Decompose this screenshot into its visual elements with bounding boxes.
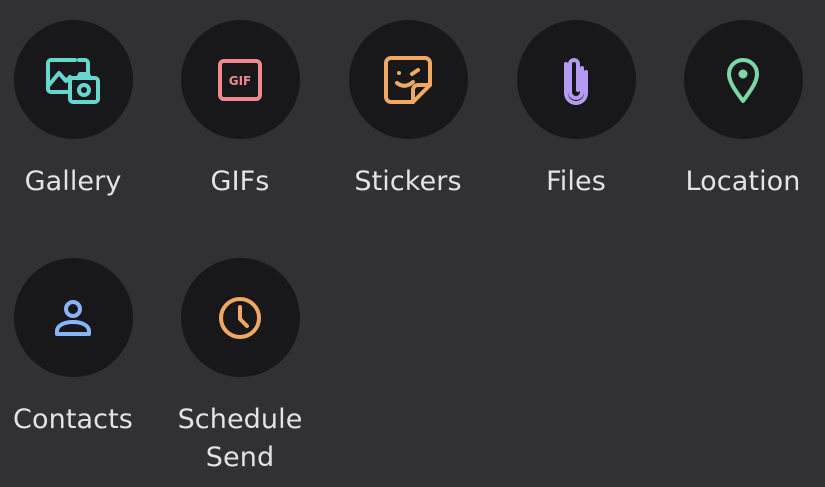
files-button[interactable]: Files: [496, 20, 656, 201]
attach-menu-sheet: Gallery GIF GIFs Stickers Files Location…: [0, 0, 825, 487]
gif-badge-text: GIF: [229, 74, 252, 88]
files-label: Files: [546, 166, 606, 197]
contacts-button[interactable]: Contacts: [0, 258, 153, 439]
clock-icon: [219, 296, 261, 339]
gallery-icon-circle: [13, 20, 133, 139]
gif-icon: GIF: [218, 58, 262, 101]
stickers-label: Stickers: [354, 166, 462, 197]
gallery-label: Gallery: [24, 166, 122, 197]
location-label: Location: [685, 166, 801, 197]
gallery-icon: [46, 57, 100, 104]
location-button[interactable]: Location: [663, 20, 823, 201]
files-icon-circle: [516, 20, 636, 139]
schedule-send-label: Schedule Send: [177, 404, 303, 473]
stickers-button[interactable]: Stickers: [328, 20, 488, 201]
schedule-send-button[interactable]: Schedule Send: [160, 258, 320, 477]
contacts-icon-circle: [13, 258, 133, 377]
paperclip-icon: [564, 57, 588, 105]
gifs-icon-circle: GIF: [180, 20, 300, 139]
gifs-label: GIFs: [210, 166, 270, 197]
schedule-send-icon-circle: [180, 258, 300, 377]
stickers-icon-circle: [348, 20, 468, 139]
contacts-label: Contacts: [13, 404, 133, 435]
gallery-button[interactable]: Gallery: [0, 20, 153, 201]
location-pin-icon: [727, 57, 759, 103]
location-icon-circle: [683, 20, 803, 139]
contact-icon: [55, 299, 91, 336]
sticker-icon: [384, 55, 432, 104]
gifs-button[interactable]: GIF GIFs: [160, 20, 320, 201]
